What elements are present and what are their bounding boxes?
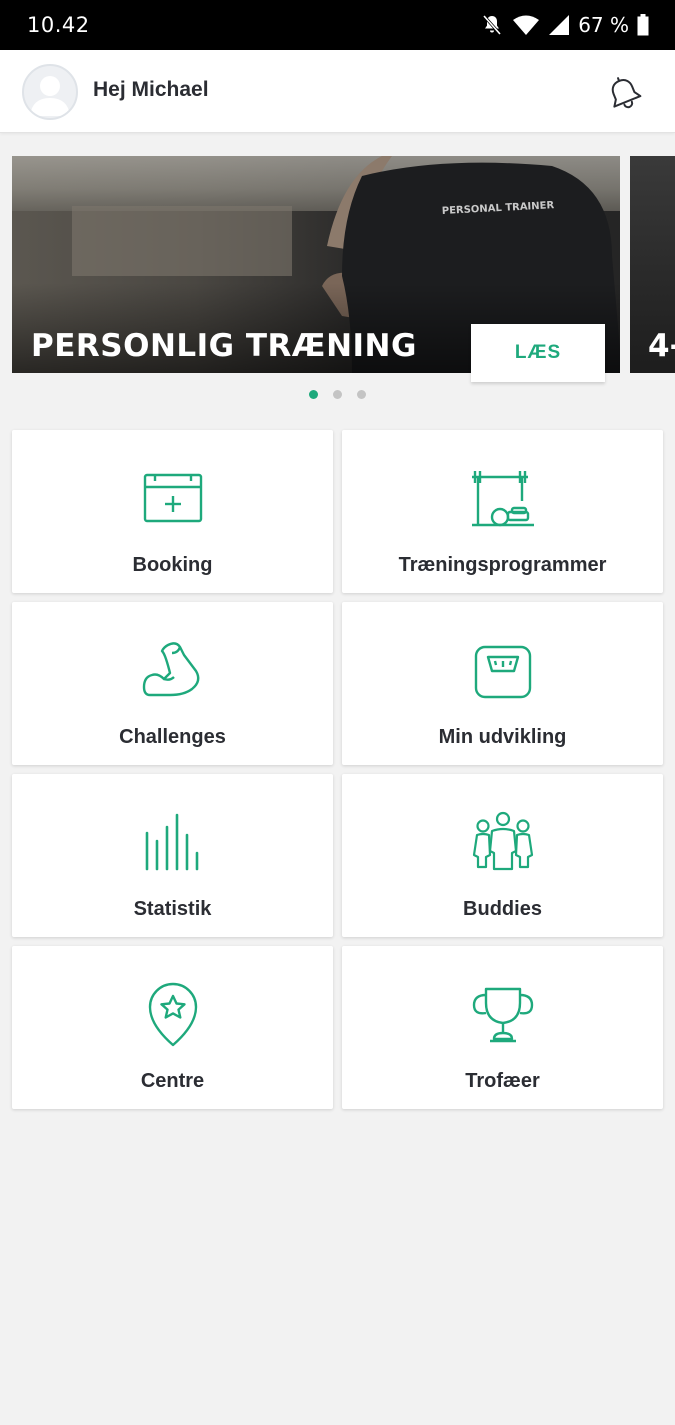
flexed-arm-icon [142, 642, 199, 697]
greeting-text: Hej Michael [93, 78, 209, 101]
signal-icon [549, 15, 570, 35]
bar-chart-icon [145, 813, 198, 871]
tile-label: Trofæer [465, 1070, 540, 1092]
tile-booking[interactable]: Booking [12, 430, 333, 593]
tile-trophies[interactable]: Trofæer [342, 946, 663, 1109]
avatar[interactable] [22, 64, 78, 120]
tile-challenges[interactable]: Challenges [12, 602, 333, 765]
tile-label: Booking [132, 554, 213, 576]
tile-label: Buddies [463, 898, 542, 920]
barbell-rack-icon [471, 471, 534, 527]
location-star-icon [148, 982, 197, 1047]
status-time: 10.42 [27, 13, 90, 37]
gym-background [72, 206, 292, 276]
tile-label: Statistik [133, 898, 212, 920]
tile-training-programs[interactable]: Træningsprogrammer [342, 430, 663, 593]
slide-title: PERSONLIG TRÆNING [31, 328, 417, 364]
group-icon [472, 811, 533, 871]
slide-title: 4- [648, 328, 675, 364]
app-header: Hej Michael [0, 50, 675, 133]
tile-label: Træningsprogrammer [398, 554, 607, 576]
pagination-dot[interactable] [333, 390, 342, 399]
status-bar: 10.42 67 % [0, 0, 675, 50]
tile-statistics[interactable]: Statistik [12, 774, 333, 937]
pagination-dot[interactable] [357, 390, 366, 399]
carousel-slide-next[interactable]: 4- [630, 156, 675, 373]
carousel-pagination [0, 390, 675, 399]
notifications-off-icon [483, 15, 502, 35]
pagination-dot[interactable] [309, 390, 318, 399]
tile-buddies[interactable]: Buddies [342, 774, 663, 937]
scale-icon [474, 645, 531, 699]
bell-icon[interactable] [602, 71, 646, 115]
tile-label: Challenges [119, 726, 226, 748]
wifi-icon [513, 15, 540, 35]
tile-my-progress[interactable]: Min udvikling [342, 602, 663, 765]
read-button[interactable]: LÆS [471, 324, 605, 382]
user-placeholder-icon [30, 76, 70, 116]
tile-label: Centre [140, 1070, 205, 1092]
tile-centers[interactable]: Centre [12, 946, 333, 1109]
battery-percentage: 67 % [578, 13, 629, 37]
promo-carousel[interactable]: PERSONAL TRAINER PERSONLIG TRÆNING LÆS 4… [0, 156, 675, 388]
tile-label: Min udvikling [438, 726, 567, 748]
battery-icon [637, 14, 649, 36]
calendar-plus-icon [143, 473, 202, 523]
status-icons: 67 % [480, 13, 649, 37]
trophy-icon [472, 987, 533, 1043]
